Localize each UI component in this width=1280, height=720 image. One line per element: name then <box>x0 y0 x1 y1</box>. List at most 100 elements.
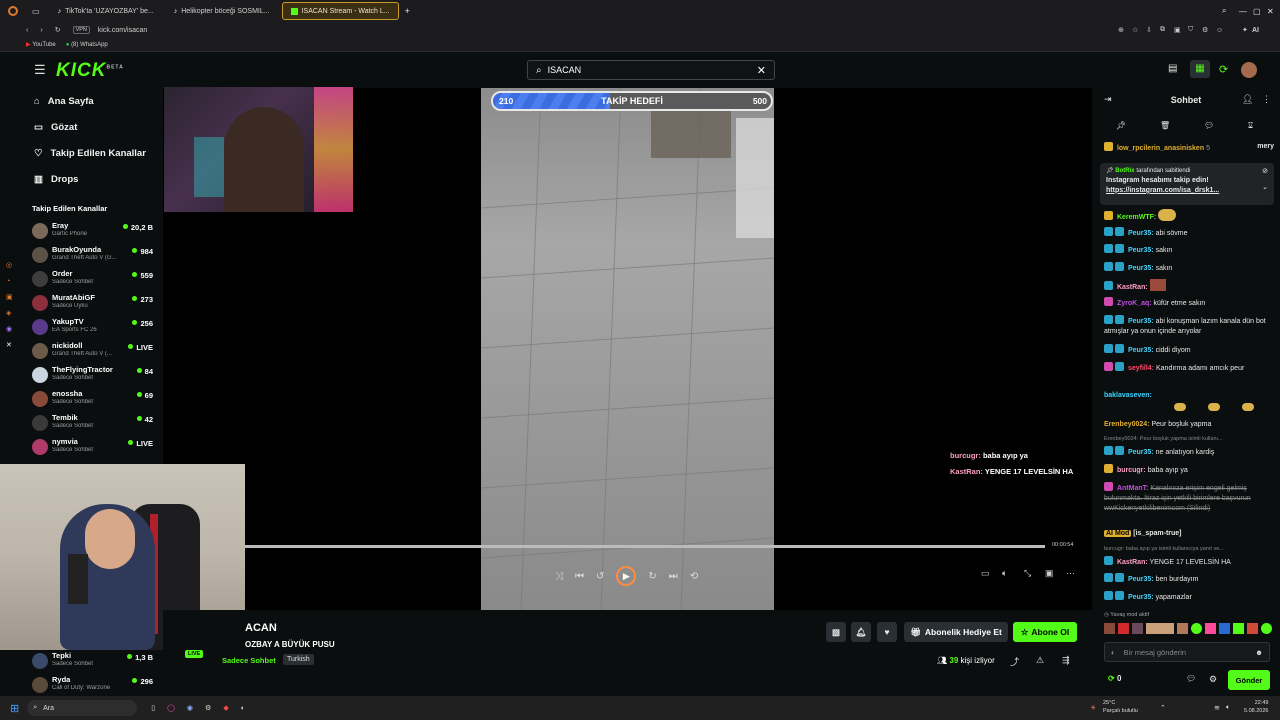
report-icon[interactable]: ⚠ <box>1036 655 1044 666</box>
chat-username[interactable]: Peur35: <box>1128 449 1154 456</box>
next-icon[interactable]: ⏭ <box>669 571 678 582</box>
steam-icon[interactable]: ◉ <box>187 704 193 712</box>
chat-username[interactable]: Peur35: <box>1128 576 1154 583</box>
hourglass-icon[interactable]: ⌛︎ <box>1248 121 1253 131</box>
chat-username[interactable]: Peur35: <box>1128 347 1154 354</box>
emote-icon[interactable] <box>1118 623 1129 634</box>
channel-item-theflyingtractor[interactable]: TheFlyingTractor Sadece Sohbet 84 <box>32 364 157 388</box>
chat-username[interactable]: baklavaseven: <box>1104 392 1152 399</box>
pinned-link[interactable]: https://instagram.com/isa_drsk1... <box>1106 186 1268 196</box>
shuffle-icon[interactable]: ⤨ <box>555 571 563 582</box>
channel-item-order[interactable]: Order Sadece Sohbet 559 <box>32 268 157 292</box>
chat-username[interactable]: low_rpcilerin_anasinisken <box>1117 145 1204 152</box>
ai-button[interactable]: AI <box>1252 27 1259 34</box>
strip-icon-4[interactable]: ◈ <box>6 306 18 322</box>
tab-list-icon[interactable]: ▭ <box>32 7 40 16</box>
chat-input[interactable]: ◐ Bir mesaj gönderin ☻ <box>1104 642 1270 662</box>
bookmark-icon[interactable]: ☆ <box>1132 26 1138 34</box>
chat-username[interactable]: KastRan: <box>1117 559 1148 566</box>
theater-icon[interactable]: ▤ <box>1168 63 1177 74</box>
volume-icon[interactable]: 🔈︎ <box>1002 568 1007 579</box>
channel-title[interactable]: ACAN <box>245 622 277 634</box>
strip-icon-2[interactable]: ◔ <box>6 274 18 290</box>
chat-username[interactable]: KastRan: <box>1117 284 1148 291</box>
opera-icon[interactable]: ◯ <box>167 704 175 712</box>
kick-logo[interactable]: KICKBETA <box>56 60 124 82</box>
emote-icon[interactable] <box>1132 623 1143 634</box>
strip-icon-3[interactable]: ▣ <box>6 290 18 306</box>
search-tabs-icon[interactable]: ⌕ <box>1222 6 1226 16</box>
url-text[interactable]: kick.com/isacan <box>98 27 147 34</box>
emote-icon[interactable] <box>1261 623 1272 634</box>
expand-icon[interactable]: ⌄ <box>1262 183 1268 193</box>
chat-username[interactable]: Peur35: <box>1128 247 1154 254</box>
language-tag[interactable]: Turkish <box>283 654 314 665</box>
wifi-icon[interactable]: ≋ <box>1214 704 1220 712</box>
search-input[interactable]: ⌕ ISACAN ✕ <box>527 60 775 80</box>
emote-icon[interactable] <box>1104 623 1115 634</box>
category-link[interactable]: Sadece Sohbet <box>222 656 276 665</box>
channel-item-eray[interactable]: Eray Gartic Phone 20,2 B <box>32 220 157 244</box>
chat-username[interactable]: Peur35: <box>1128 318 1154 325</box>
channel-item-nymvia[interactable]: nymvia Sadece Sohbet LIVE <box>32 436 157 460</box>
chat-username[interactable]: Peur35: <box>1128 230 1154 237</box>
chat-bubble-icon[interactable]: 💬︎ <box>1204 121 1214 130</box>
user-avatar[interactable] <box>1241 62 1257 78</box>
channel-item-tepki[interactable]: Tepki Sadece Sohbet 1,3 B <box>32 650 157 674</box>
theater-mode-icon[interactable]: ▣ <box>1045 568 1054 579</box>
bookmark-youtube[interactable]: ▶ YouTube <box>26 41 56 48</box>
forward-icon[interactable]: › <box>40 27 42 34</box>
settings-icon[interactable]: ⚙ <box>1202 26 1208 34</box>
chat-username[interactable]: Peur35: <box>1128 265 1154 272</box>
sparkle-icon[interactable]: ✦ <box>1242 26 1248 34</box>
chat-message-icon[interactable]: 💬︎ <box>1186 674 1196 683</box>
channel-item-ryda[interactable]: Ryda Call of Duty: Warzone 296 <box>32 674 157 698</box>
clear-search-icon[interactable]: ✕ <box>757 64 766 77</box>
chat-username[interactable]: seyfill4: <box>1128 365 1154 372</box>
strip-icon-1[interactable]: ◎ <box>6 258 18 274</box>
layout-icon[interactable]: ▦ <box>1190 60 1210 78</box>
chat-username[interactable]: KeremWTF: <box>1117 214 1156 221</box>
emote-icon[interactable] <box>1146 623 1174 634</box>
weather-widget[interactable]: 25°C Parçalı bulutlu <box>1103 699 1138 715</box>
kick-g-icon[interactable]: ⟳ <box>1219 63 1228 76</box>
extensions-icon[interactable]: ⧉ <box>1160 26 1165 34</box>
menu-icon[interactable]: ☰ <box>34 62 46 78</box>
kick-chat-icon[interactable]: ⇶ <box>1062 655 1070 666</box>
emote-icon[interactable] <box>1191 623 1202 634</box>
channel-item-tembik[interactable]: Tembik Sadece Sohbet 42 <box>32 412 157 436</box>
chat-settings-icon[interactable]: ⚙ <box>1209 674 1217 685</box>
reload-icon[interactable]: ↻ <box>55 26 61 34</box>
tray-arrow-icon[interactable]: ⌃ <box>1160 704 1166 712</box>
loop-icon[interactable]: ⟲ <box>690 571 698 582</box>
smiley-icon[interactable]: ☻ <box>1255 648 1263 657</box>
clip-button[interactable]: ▧ <box>826 622 846 642</box>
nav-drops[interactable]: ▥ Drops <box>0 166 163 192</box>
bookmark-whatsapp[interactable]: ● (8) WhatsApp <box>66 42 108 48</box>
follow-heart-button[interactable]: ♥ <box>877 622 897 642</box>
send-button[interactable]: Gönder <box>1228 670 1270 690</box>
rewind-icon[interactable]: ↺ <box>596 571 604 582</box>
download-icon[interactable]: ⇩ <box>1146 26 1152 34</box>
chat-username[interactable]: AntManT: <box>1117 485 1149 492</box>
profile-icon[interactable]: ☺ <box>1216 27 1223 34</box>
nav-following[interactable]: ♡ Takip Edilen Kanallar <box>0 140 163 166</box>
nav-home[interactable]: ⌂ Ana Sayfa <box>0 88 163 114</box>
seek-bar[interactable] <box>245 545 1045 548</box>
unpin-icon[interactable]: ⊘ <box>1262 167 1268 177</box>
pip-icon[interactable]: ⤡ <box>1024 568 1031 579</box>
pin-icon[interactable]: 📌︎ <box>1116 121 1126 130</box>
tab-helikopter[interactable]: ♪ Helikopter böceği SOSMIL... <box>166 2 278 20</box>
emote-icon[interactable] <box>1219 623 1230 634</box>
windows-start-icon[interactable]: ⊞ <box>10 702 19 715</box>
emote-icon[interactable] <box>1233 623 1244 634</box>
clock[interactable]: 22:49 5.08.2026 <box>1244 699 1268 715</box>
channel-item-muratabigf[interactable]: MuratAbiGF Sadece Uyku 273 <box>32 292 157 316</box>
settings-app-icon[interactable]: ⚙ <box>205 704 211 712</box>
emote-icon[interactable] <box>1205 623 1216 634</box>
forward-icon[interactable]: ↻ <box>648 571 656 582</box>
play-button[interactable]: ▶ <box>616 566 637 586</box>
wallet-icon[interactable]: ▣ <box>1174 26 1181 34</box>
emote-icon[interactable] <box>1177 623 1188 634</box>
chat-username[interactable]: mery <box>1257 142 1274 152</box>
